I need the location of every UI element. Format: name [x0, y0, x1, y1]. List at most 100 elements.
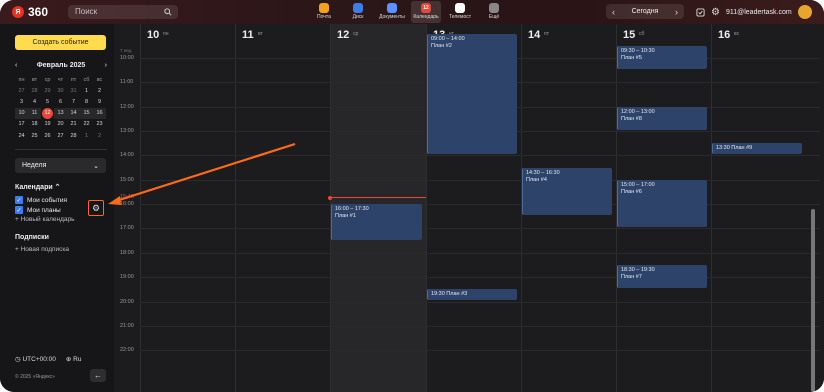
- next-week-button[interactable]: ›: [675, 7, 678, 17]
- today-button[interactable]: Сегодня: [632, 8, 659, 15]
- mini-day[interactable]: 29: [41, 85, 54, 96]
- calendar-settings-gear-icon[interactable]: ⚙: [88, 200, 104, 216]
- mini-day[interactable]: 15: [80, 107, 93, 119]
- mini-day[interactable]: 30: [54, 85, 67, 96]
- service-2[interactable]: Документы: [377, 1, 407, 23]
- mini-day[interactable]: 1: [80, 130, 93, 141]
- day-header[interactable]: 10 пн: [140, 24, 235, 48]
- calendar-event[interactable]: 09:30 – 10:30 План #5: [617, 45, 707, 70]
- day-header[interactable]: 11 вт: [235, 24, 330, 48]
- mini-day[interactable]: 17: [15, 119, 28, 130]
- service-3[interactable]: 12 Календарь: [411, 1, 441, 23]
- mini-day[interactable]: 28: [67, 130, 80, 141]
- mini-day[interactable]: 6: [54, 96, 67, 107]
- mini-calendar-grid: пн вт ср чт пт сб вс 27 28 29 30 31 1 2 3 4 5 6 7 8 9 10 11 12 1…: [15, 74, 107, 141]
- mini-day[interactable]: 23: [93, 119, 106, 130]
- day-number: 16: [718, 29, 731, 41]
- calendar-event[interactable]: 15:00 – 17:00 План #6: [617, 179, 707, 228]
- mini-day[interactable]: 19: [41, 119, 54, 130]
- services-nav: Почта Диск Документы 12 Календарь Телемост Ещё: [309, 1, 509, 23]
- mini-day[interactable]: 1: [80, 85, 93, 96]
- service-4[interactable]: Телемост: [445, 1, 475, 23]
- calendar-item-label: Мои планы: [27, 206, 61, 214]
- timezone-button[interactable]: ◷ UTC+00:00: [15, 355, 56, 363]
- service-icon: 12: [421, 3, 431, 13]
- mini-day[interactable]: 2: [93, 85, 106, 96]
- mini-dow: вс: [96, 76, 103, 83]
- mini-day[interactable]: 27: [15, 85, 28, 96]
- event-time: 09:30 – 10:30: [621, 47, 655, 54]
- avatar[interactable]: [797, 5, 812, 19]
- user-email[interactable]: 911@leadertask.com: [726, 9, 792, 16]
- yandex360-logo[interactable]: Я 360: [12, 5, 48, 19]
- event-title: План #7: [621, 273, 642, 280]
- day-header[interactable]: 12 ср: [330, 24, 426, 48]
- hour-label: 13:00: [120, 128, 134, 135]
- checkbox-checked-icon[interactable]: ✓: [15, 206, 23, 214]
- mini-day[interactable]: 24: [15, 130, 28, 141]
- mini-day[interactable]: 27: [54, 130, 67, 141]
- mini-day[interactable]: 12: [42, 107, 53, 119]
- service-5[interactable]: Ещё: [479, 1, 509, 23]
- service-0[interactable]: Почта: [309, 1, 339, 23]
- mini-day[interactable]: 2: [93, 130, 106, 141]
- view-select[interactable]: Неделя ⌄: [15, 158, 106, 173]
- calendar-item-plans[interactable]: ✓ Мои планы: [15, 206, 61, 214]
- new-calendar-link[interactable]: + Новый календарь: [15, 216, 75, 223]
- calendars-title[interactable]: Календари ⌃: [15, 183, 60, 191]
- hour-label: 22:00: [120, 347, 134, 354]
- collapse-sidebar-button[interactable]: ←: [90, 369, 106, 382]
- mini-day[interactable]: 22: [80, 119, 93, 130]
- new-subscription-link[interactable]: + Новая подписка: [15, 246, 69, 253]
- mini-day[interactable]: 9: [93, 96, 106, 107]
- day-header[interactable]: 14 пт: [521, 24, 616, 48]
- service-icon: [387, 3, 397, 13]
- calendar-event[interactable]: 14:30 – 16:30 План #4: [522, 167, 612, 216]
- mini-day[interactable]: 31: [67, 85, 80, 96]
- mini-day[interactable]: 5: [41, 96, 54, 107]
- calendar-event[interactable]: 19:30 План #3: [427, 289, 517, 301]
- settings-gear-icon[interactable]: ⚙: [711, 7, 720, 18]
- calendar-item-events[interactable]: ✓ Мои события: [15, 196, 67, 204]
- create-event-button[interactable]: Создать событие: [15, 35, 106, 50]
- language-button[interactable]: ⊕ Ru: [66, 355, 82, 363]
- day-divider: [140, 48, 141, 392]
- hour-line: [140, 204, 820, 206]
- mini-day[interactable]: 26: [41, 130, 54, 141]
- calendar-event[interactable]: 13:30 План #9: [712, 143, 802, 155]
- vertical-scrollbar[interactable]: [811, 209, 815, 392]
- mini-day[interactable]: 8: [80, 96, 93, 107]
- day-header[interactable]: 16 вс: [711, 24, 811, 48]
- prev-week-button[interactable]: ‹: [612, 7, 615, 17]
- mini-day[interactable]: 10: [15, 107, 28, 119]
- mini-day[interactable]: 4: [28, 96, 41, 107]
- search-input[interactable]: Поиск: [68, 5, 178, 19]
- calendar-event[interactable]: 09:00 – 14:00 План #2: [427, 33, 517, 155]
- event-title: План #2: [431, 42, 452, 49]
- mini-day[interactable]: 13: [54, 107, 67, 119]
- mini-day[interactable]: 21: [67, 119, 80, 130]
- calendar-event[interactable]: 12:00 – 13:00 План #8: [617, 106, 707, 131]
- calendar-grid[interactable]: 7 нед. 10:00 11:00 12:00 13:00 14:00 15:00 16:…: [114, 33, 824, 392]
- service-1[interactable]: Диск: [343, 1, 373, 23]
- day-divider: [711, 48, 712, 392]
- calendar-event[interactable]: 16:00 – 17:30 План #1: [331, 204, 422, 240]
- hour-label: 11:00: [120, 79, 134, 86]
- mini-day[interactable]: 7: [67, 96, 80, 107]
- calendar-event[interactable]: 18:30 – 19:30 План #7: [617, 264, 707, 289]
- next-month-icon[interactable]: ›: [105, 62, 107, 69]
- prev-month-icon[interactable]: ‹: [15, 62, 17, 69]
- mini-day[interactable]: 3: [15, 96, 28, 107]
- day-header[interactable]: 15 сб: [616, 24, 711, 48]
- mini-day[interactable]: 18: [28, 119, 41, 130]
- mini-day[interactable]: 25: [28, 130, 41, 141]
- mini-day[interactable]: 20: [54, 119, 67, 130]
- mini-day[interactable]: 11: [28, 107, 41, 119]
- mini-day[interactable]: 28: [28, 85, 41, 96]
- tasks-icon[interactable]: [696, 7, 705, 17]
- mini-day[interactable]: 16: [93, 107, 106, 119]
- hour-label: 14:00: [120, 152, 134, 159]
- mini-day[interactable]: 14: [67, 107, 80, 119]
- hour-line: [140, 179, 820, 181]
- checkbox-checked-icon[interactable]: ✓: [15, 196, 23, 204]
